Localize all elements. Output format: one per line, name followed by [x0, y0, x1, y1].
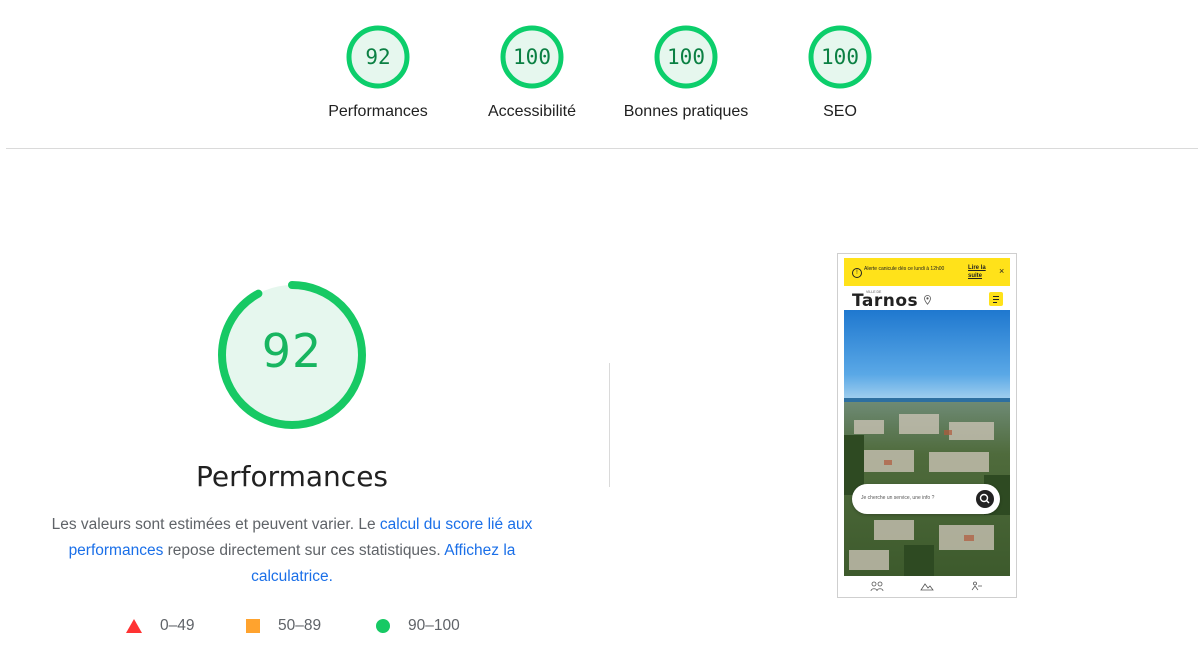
legend-pass: 90–100: [376, 614, 460, 638]
legend-range: 90–100: [408, 617, 460, 634]
search-button[interactable]: [976, 490, 994, 508]
gauge-accessibilite[interactable]: 100 Accessibilité: [457, 24, 607, 121]
legend-average: 50–89: [246, 614, 321, 638]
info-icon: !: [852, 268, 862, 278]
section-divider: [6, 148, 1198, 149]
gauge-seo[interactable]: 100 SEO: [765, 24, 915, 121]
search-placeholder: Je cherche un service, une info ?: [861, 495, 935, 501]
alert-read-more-link[interactable]: Lire la suite: [968, 264, 990, 280]
legend-range: 50–89: [278, 617, 322, 634]
gauge-ring: 92: [345, 24, 411, 90]
gauge-label: SEO: [823, 103, 857, 120]
gauge-label: Accessibilité: [487, 103, 577, 120]
screenshot-content: ! Alerte canicule dès ce lundi à 12h00 L…: [844, 258, 1010, 593]
activities-icon[interactable]: [970, 581, 984, 591]
site-logo[interactable]: Tarnos: [852, 291, 918, 311]
description-text: Les valeurs sont estimées et peuvent var…: [51, 516, 380, 533]
gauge-performances[interactable]: 92 Performances: [303, 24, 453, 121]
gauge-score: 100: [513, 45, 551, 69]
alert-banner: ! Alerte canicule dès ce lundi à 12h00 L…: [844, 258, 1010, 286]
vertical-divider: [609, 363, 610, 487]
score-legend: 0–49 50–89 90–100: [0, 614, 600, 638]
menu-button[interactable]: [989, 292, 1003, 306]
legend-fail: 0–49: [126, 614, 194, 638]
final-screenshot[interactable]: ! Alerte canicule dès ce lundi à 12h00 L…: [837, 253, 1017, 598]
square-icon: [246, 619, 260, 633]
alert-message: Alerte canicule dès ce lundi à 12h00: [864, 266, 945, 272]
close-icon[interactable]: ×: [999, 266, 1004, 276]
gauge-label: Performances: [328, 103, 428, 120]
gauge-score: 92: [365, 45, 391, 69]
legend-range: 0–49: [160, 617, 195, 634]
aerial-view-image: [844, 310, 1010, 576]
performance-title: Performances: [195, 460, 389, 493]
scores-summary: 92 Performances 100 Accessibilité 100 Bo…: [0, 0, 1200, 150]
gauge-label: Bonnes pratiques: [623, 103, 749, 120]
gauge-bonnes-pratiques[interactable]: 100 Bonnes pratiques: [611, 24, 761, 121]
gauge-score: 100: [821, 45, 859, 69]
gauge-ring: 100: [499, 24, 565, 90]
people-icon[interactable]: [870, 581, 884, 591]
search-input[interactable]: Je cherche un service, une info ?: [852, 484, 1000, 514]
site-header: VILLE DE Tarnos: [844, 286, 1010, 311]
circle-icon: [376, 619, 390, 633]
hero-image: Je cherche un service, une info ?: [844, 310, 1010, 576]
performance-score: 92: [261, 324, 323, 378]
gauge-ring: 100: [653, 24, 719, 90]
performance-description: Les valeurs sont estimées et peuvent var…: [32, 512, 552, 590]
performance-gauge: 92: [214, 277, 370, 433]
map-pin-icon: [924, 295, 931, 305]
landscape-icon[interactable]: [920, 581, 934, 591]
gauge-ring: 100: [807, 24, 873, 90]
gauge-score: 100: [667, 45, 705, 69]
search-icon: [979, 493, 990, 504]
description-text: repose directement sur ces statistiques.: [163, 542, 445, 559]
bottom-navigation: [844, 576, 1010, 593]
triangle-icon: [126, 619, 142, 633]
